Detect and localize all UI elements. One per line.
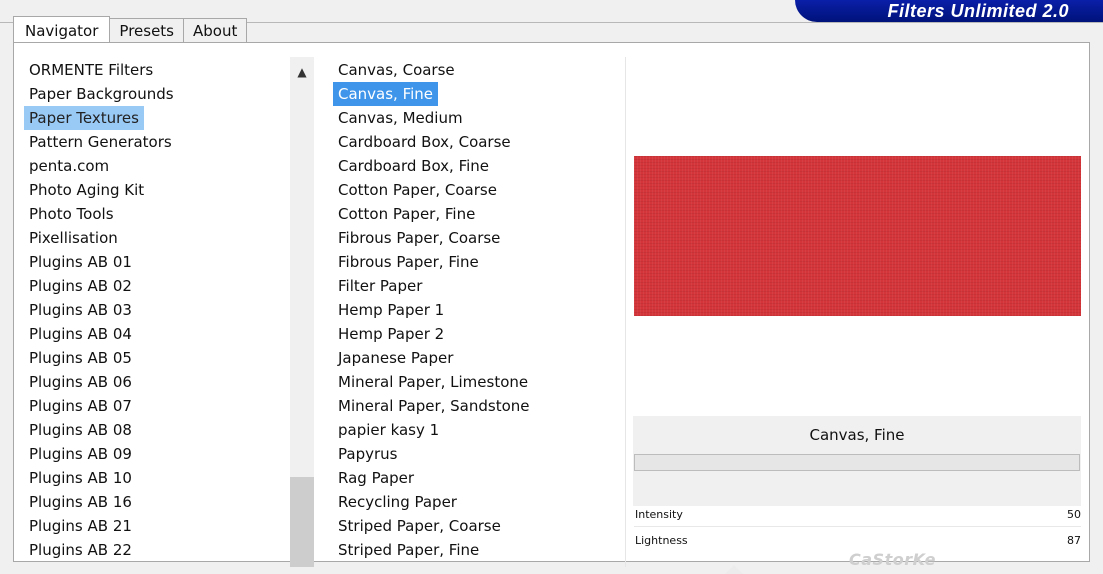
- category-item[interactable]: Photo Aging Kit: [24, 178, 149, 202]
- category-item[interactable]: Plugins AB 05: [24, 346, 137, 370]
- filter-preview: [634, 156, 1081, 316]
- param-label: Lightness: [635, 534, 688, 547]
- progress-bar: [634, 454, 1080, 471]
- category-item[interactable]: penta.com: [24, 154, 114, 178]
- selected-filter-name: Canvas, Fine: [809, 426, 905, 444]
- param-separator: [634, 526, 1081, 527]
- category-item[interactable]: Plugins AB 22: [24, 538, 137, 562]
- chevron-up-icon[interactable]: ▲: [290, 57, 314, 87]
- filter-item[interactable]: Recycling Paper: [333, 490, 462, 514]
- category-scrollbar[interactable]: ▲: [290, 57, 314, 567]
- category-item[interactable]: Plugins AB 10: [24, 466, 137, 490]
- filter-item[interactable]: Cotton Paper, Coarse: [333, 178, 502, 202]
- category-item[interactable]: Paper Backgrounds: [24, 82, 179, 106]
- filter-item[interactable]: papier kasy 1: [333, 418, 444, 442]
- filter-list: Canvas, Coarse Canvas, Fine Canvas, Medium…: [333, 58, 535, 562]
- filter-item[interactable]: Hemp Paper 2: [333, 322, 449, 346]
- category-item[interactable]: Plugins AB 02: [24, 274, 137, 298]
- filter-item[interactable]: Striped Paper, Fine: [333, 538, 484, 562]
- filter-item[interactable]: Fibrous Paper, Fine: [333, 250, 484, 274]
- filter-item[interactable]: Papyrus: [333, 442, 402, 466]
- category-item[interactable]: Pixellisation: [24, 226, 123, 250]
- preview-divider: [625, 57, 626, 567]
- filter-item[interactable]: Japanese Paper: [333, 346, 458, 370]
- category-item[interactable]: Plugins AB 01: [24, 250, 137, 274]
- category-item[interactable]: Plugins AB 16: [24, 490, 137, 514]
- filter-item[interactable]: Fibrous Paper, Coarse: [333, 226, 505, 250]
- tab-navigator[interactable]: Navigator: [13, 16, 111, 42]
- watermark: CaStorKe: [849, 550, 936, 569]
- filter-item[interactable]: Cotton Paper, Fine: [333, 202, 480, 226]
- category-item[interactable]: Pattern Generators: [24, 130, 177, 154]
- filter-item[interactable]: Canvas, Coarse: [333, 58, 460, 82]
- category-item[interactable]: Plugins AB 03: [24, 298, 137, 322]
- category-item[interactable]: Plugins AB 21: [24, 514, 137, 538]
- scroll-thumb[interactable]: [290, 477, 314, 567]
- filter-item[interactable]: Mineral Paper, Sandstone: [333, 394, 535, 418]
- param-value: 87: [1067, 534, 1081, 547]
- filter-item[interactable]: Mineral Paper, Limestone: [333, 370, 533, 394]
- app-title-banner: Filters Unlimited 2.0: [795, 0, 1103, 22]
- tab-bar: Navigator Presets About: [13, 16, 248, 43]
- filter-item[interactable]: Filter Paper: [333, 274, 427, 298]
- category-item[interactable]: Plugins AB 07: [24, 394, 137, 418]
- filter-item[interactable]: Striped Paper, Coarse: [333, 514, 506, 538]
- filter-item[interactable]: Canvas, Medium: [333, 106, 468, 130]
- filter-item[interactable]: Cardboard Box, Fine: [333, 154, 494, 178]
- param-value: 50: [1067, 508, 1081, 521]
- tab-about[interactable]: About: [183, 18, 248, 42]
- category-item[interactable]: Plugins AB 09: [24, 442, 137, 466]
- param-label: Intensity: [635, 508, 683, 521]
- param-intensity[interactable]: Intensity 50: [635, 508, 1081, 526]
- category-item[interactable]: Plugins AB 08: [24, 418, 137, 442]
- filter-info-box: Canvas, Fine: [633, 416, 1081, 506]
- category-item[interactable]: ORMENTE Filters: [24, 58, 158, 82]
- filter-item[interactable]: Rag Paper: [333, 466, 419, 490]
- category-item[interactable]: Paper Textures: [24, 106, 144, 130]
- filter-item[interactable]: Hemp Paper 1: [333, 298, 449, 322]
- tab-presets[interactable]: Presets: [109, 18, 184, 42]
- filter-item[interactable]: Cardboard Box, Coarse: [333, 130, 516, 154]
- category-item[interactable]: Plugins AB 06: [24, 370, 137, 394]
- navigator-panel: ORMENTE Filters Paper Backgrounds Paper Te…: [13, 42, 1090, 574]
- watermark-mark: [725, 565, 743, 574]
- filter-item[interactable]: Canvas, Fine: [333, 82, 439, 106]
- category-item[interactable]: Plugins AB 04: [24, 322, 137, 346]
- category-list: ORMENTE Filters Paper Backgrounds Paper Te…: [24, 58, 179, 562]
- category-item[interactable]: Photo Tools: [24, 202, 119, 226]
